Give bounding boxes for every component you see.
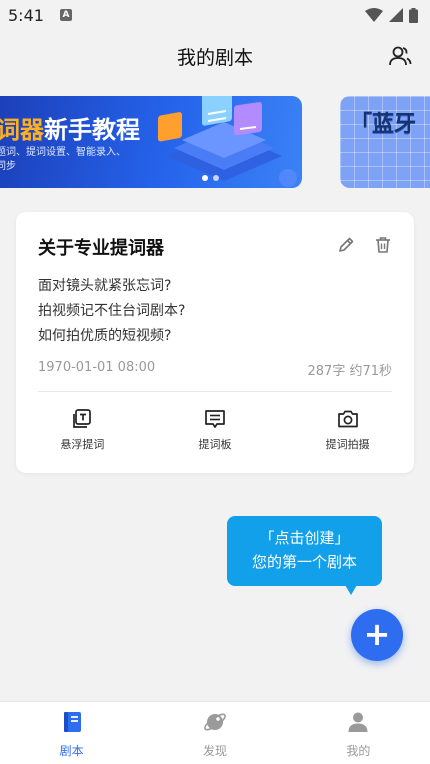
script-preview-line: 拍视频记不住台词剧本? (38, 303, 186, 319)
edit-pencil-icon[interactable] (337, 236, 355, 254)
action-label: 悬浮提词 (60, 438, 105, 451)
card-divider (38, 391, 392, 392)
script-preview-line: 如何拍优质的短视频? (38, 328, 172, 344)
tooltip-line-1: 「点击创建」 (259, 529, 350, 547)
app-header: 我的剧本 (0, 34, 430, 78)
script-book-icon (63, 712, 81, 732)
nav-item-profile[interactable]: 我的 (287, 702, 430, 764)
tooltip-line-2: 您的第一个剧本 (251, 553, 357, 571)
banner-title-rest: 新手教程 (44, 116, 140, 144)
action-label: 提词拍摄 (325, 438, 370, 451)
script-title: 关于专业提词器 (38, 238, 164, 259)
page-title: 我的剧本 (176, 46, 253, 69)
tooltip-tail (345, 585, 357, 595)
prompt-camera-button[interactable]: 提词拍摄 (281, 408, 414, 454)
script-date: 1970-01-01 08:00 (38, 360, 156, 375)
nav-item-scripts[interactable]: 剧本 (0, 702, 143, 764)
script-actions: 悬浮提词 提词板 提词拍摄 (16, 408, 414, 454)
status-bar: 5:41 A (0, 0, 430, 30)
battery-icon (409, 7, 418, 23)
camera-icon (337, 410, 358, 428)
floating-prompter-button[interactable]: 悬浮提词 (16, 408, 149, 454)
script-word-count: 287字 约71秒 (307, 364, 393, 379)
bluetooth-banner[interactable]: 「蓝牙 (340, 96, 430, 188)
pagination-dot (213, 175, 219, 181)
floating-prompter-icon (73, 409, 92, 428)
status-icons (365, 7, 418, 23)
nav-label: 我的 (346, 744, 371, 758)
wifi-icon (365, 8, 383, 22)
prompt-board-icon (205, 410, 225, 428)
tutorial-banner[interactable]: 词器新手教程 题词、提词设置、智能录入、 同步 (0, 96, 302, 188)
nav-item-discover[interactable]: 发现 (143, 702, 286, 764)
isometric-screens-illustration (158, 96, 297, 187)
nav-label: 发现 (202, 744, 227, 758)
users-icon[interactable] (388, 44, 412, 68)
delete-trash-icon[interactable] (374, 236, 392, 254)
status-time: 5:41 (8, 5, 44, 25)
signal-icon (389, 8, 403, 22)
discover-planet-icon (204, 713, 226, 731)
plus-icon: + (363, 615, 391, 653)
profile-icon (348, 712, 368, 732)
create-script-button[interactable]: + (351, 609, 403, 661)
script-preview: 面对镜头就紧张忘词? 拍视频记不住台词剧本? 如何拍优质的短视频? (38, 274, 185, 349)
script-preview-line: 面对镜头就紧张忘词? (38, 278, 172, 294)
banner-title: 词器新手教程 (0, 110, 140, 145)
action-label: 提词板 (198, 438, 232, 451)
create-hint-tooltip: 「点击创建」 您的第一个剧本 (227, 516, 382, 586)
banner-subtitle: 题词、提词设置、智能录入、 同步 (0, 147, 126, 172)
bluetooth-banner-bracket: 「 (350, 112, 373, 137)
banner-title-accent: 词器 (0, 116, 44, 144)
bluetooth-banner-text: 蓝牙 (372, 112, 417, 137)
bottom-navigation: 剧本 发现 我的 (0, 701, 430, 764)
notification-badge-icon: A (59, 9, 72, 21)
script-card[interactable]: 关于专业提词器 面对镜头就紧张忘词? 拍视频记不住台词剧本? 如何拍优质的短视频… (16, 212, 414, 473)
prompt-board-button[interactable]: 提词板 (149, 408, 282, 454)
bluetooth-banner-title: 「蓝牙 (350, 106, 416, 138)
banner-pagination (202, 175, 219, 181)
pagination-dot-active (202, 175, 208, 181)
nav-label: 剧本 (59, 744, 84, 758)
